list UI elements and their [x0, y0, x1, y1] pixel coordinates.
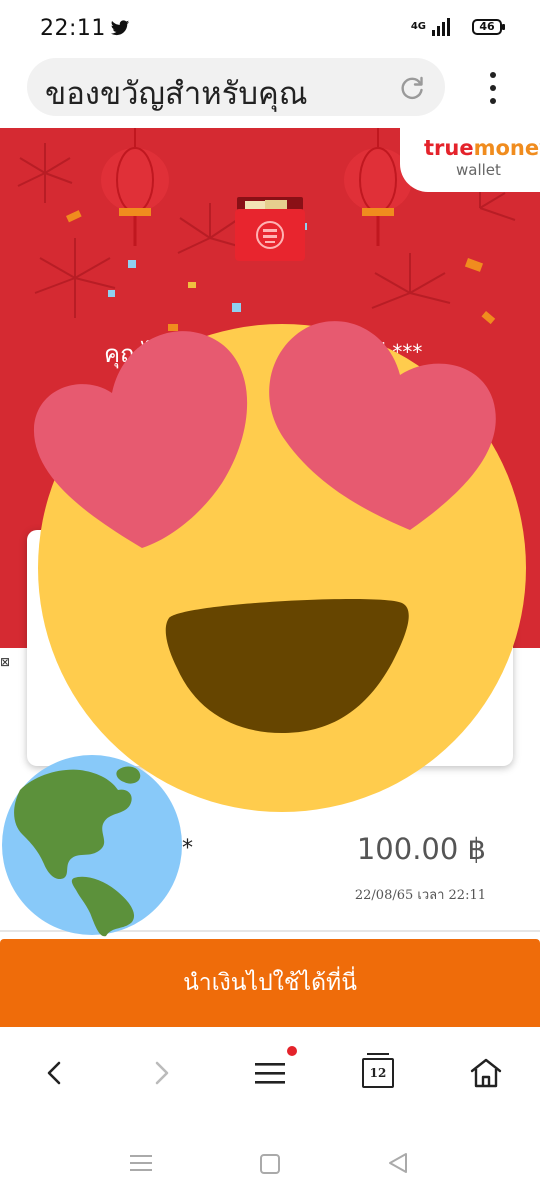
- browser-toolbar: 12: [0, 1027, 540, 1117]
- page-title: ของขวัญสำหรับคุณ: [45, 76, 308, 112]
- dot: [490, 72, 496, 78]
- dot: [490, 98, 496, 104]
- reload-icon[interactable]: [399, 75, 425, 101]
- status-bar: 22:11 4G 46: [0, 0, 540, 58]
- back-button[interactable]: [34, 1053, 74, 1093]
- recents-icon[interactable]: [129, 1153, 153, 1173]
- heart-eyes-emoji-icon: [33, 321, 526, 812]
- battery-level: 46: [479, 20, 495, 33]
- twitter-icon: [110, 20, 130, 36]
- more-vert-icon[interactable]: [482, 70, 506, 106]
- system-nav-bar: [0, 1120, 540, 1200]
- status-right: 4G 46: [410, 18, 505, 36]
- forward-button[interactable]: [142, 1053, 182, 1093]
- notification-dot: [287, 1046, 297, 1056]
- battery-icon: 46: [472, 19, 505, 35]
- brand-true: true: [424, 136, 474, 160]
- unknown-glyph: ⊠: [0, 655, 11, 669]
- tabs-icon[interactable]: 12: [362, 1053, 394, 1088]
- back-triangle-icon[interactable]: [386, 1151, 410, 1175]
- url-bar[interactable]: ของขวัญสำหรับคุณ: [27, 58, 445, 116]
- signal-icon: [432, 18, 450, 36]
- brand-name: truemoney: [424, 136, 540, 160]
- transaction-date: 22/08/65 เวลา 22:11: [354, 888, 486, 903]
- status-time: 22:11: [40, 16, 106, 41]
- menu-button[interactable]: [250, 1053, 290, 1093]
- globe-americas-icon: [2, 755, 182, 937]
- brand-wallet: wallet: [456, 161, 501, 179]
- back-icon: [47, 1061, 61, 1085]
- dot: [490, 85, 496, 91]
- lantern-left: [101, 128, 169, 246]
- home-square-icon[interactable]: [259, 1153, 281, 1175]
- menu-icon: [255, 1063, 285, 1084]
- network-type: 4G: [410, 21, 426, 32]
- use-money-button[interactable]: นำเงินไปใช้ได้ที่นี่: [0, 939, 540, 1027]
- forward-icon: [155, 1061, 169, 1085]
- home-button[interactable]: [466, 1053, 506, 1093]
- tab-count: 12: [369, 1066, 387, 1080]
- home-icon: [470, 1058, 502, 1088]
- brand-money: money: [473, 136, 540, 160]
- red-envelope-icon: [235, 197, 305, 261]
- gift-amount: 100.00 ฿: [356, 832, 486, 866]
- truemoney-logo: truemoney wallet: [400, 128, 540, 192]
